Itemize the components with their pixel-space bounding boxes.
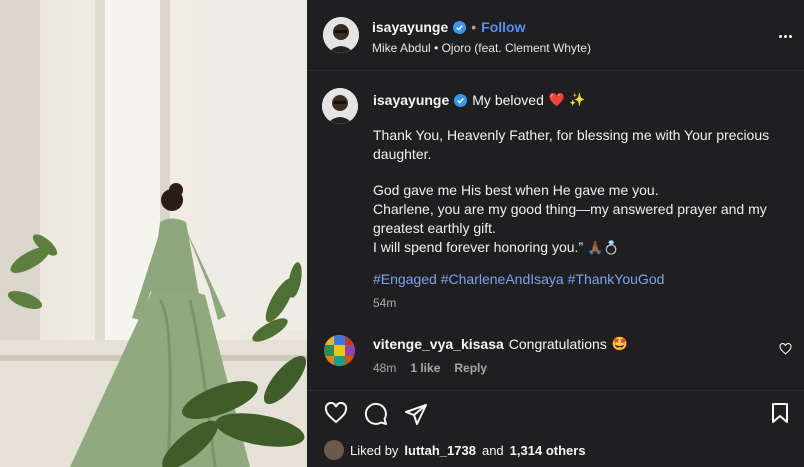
action-bar	[307, 390, 804, 432]
audio-track: Ojoro (feat. Clement Whyte)	[441, 41, 591, 55]
caption-line: Charlene, you are my good thing—my answe…	[373, 201, 767, 236]
post-detail-panel: isayayunge • Follow Mike Abdul • Ojoro (…	[307, 0, 804, 467]
likes-prefix: Liked by	[350, 442, 399, 458]
caption-line-emojis: 🙏🏾💍	[587, 241, 620, 256]
audio-artist: Mike Abdul	[372, 41, 431, 55]
hashtag-link[interactable]: #CharleneAndIsaya	[441, 271, 564, 287]
caption-line: God gave me His best when He gave me you…	[373, 182, 659, 198]
caption-paragraph-1: Thank You, Heavenly Father, for blessing…	[373, 127, 770, 162]
caption-username[interactable]: isayayunge	[373, 92, 449, 108]
caption-headline: isayayunge My beloved ❤️ ✨	[373, 92, 585, 108]
likes-middle: and	[481, 442, 504, 458]
follow-button[interactable]: Follow	[481, 19, 525, 35]
likes-summary: Liked by luttah_1738 and 1,314 others	[324, 440, 586, 460]
commenter-username[interactable]: vitenge_vya_kisasa	[373, 336, 504, 352]
caption-headline-text: My beloved	[472, 92, 544, 108]
caption-line: I will spend forever honoring you.” 🙏🏾💍	[373, 238, 793, 258]
comment-text-line: vitenge_vya_kisasa Congratulations 🤩	[373, 336, 628, 352]
post-header: isayayunge • Follow Mike Abdul • Ojoro (…	[307, 0, 804, 71]
header-user-line: isayayunge • Follow	[372, 19, 526, 35]
heart-icon[interactable]	[324, 402, 348, 424]
hashtag-link[interactable]: #Engaged	[373, 271, 437, 287]
caption-line-text: I will spend forever honoring you.”	[373, 239, 584, 255]
caption-time: 54m	[373, 296, 397, 310]
more-options-icon[interactable]	[776, 26, 794, 46]
liker-username[interactable]: luttah_1738	[404, 443, 476, 458]
audio-separator: •	[434, 41, 439, 55]
liker-avatar[interactable]	[324, 440, 344, 460]
author-username[interactable]: isayayunge	[372, 19, 448, 35]
verified-icon	[453, 20, 467, 34]
author-avatar[interactable]	[323, 17, 359, 53]
audio-line[interactable]: Mike Abdul • Ojoro (feat. Clement Whyte)	[372, 41, 591, 55]
likes-others[interactable]: 1,314 others	[510, 443, 586, 458]
caption-paragraph-2: God gave me His best when He gave me you…	[373, 181, 793, 258]
hashtags: #Engaged #CharleneAndIsaya #ThankYouGod	[373, 271, 664, 287]
separator-dot: •	[471, 19, 477, 35]
comment-meta: 48m 1 like Reply	[373, 361, 487, 375]
small-heart-icon[interactable]	[779, 343, 792, 355]
commenter-avatar[interactable]	[324, 335, 355, 366]
caption-author-avatar[interactable]	[322, 88, 358, 124]
comment-time: 48m	[373, 361, 397, 375]
hashtag-link[interactable]: #ThankYouGod	[568, 271, 665, 287]
comment-icon[interactable]	[364, 402, 388, 426]
comment-text: Congratulations	[508, 336, 607, 352]
comment-emoji: 🤩	[611, 336, 629, 352]
verified-icon	[454, 93, 468, 107]
share-icon[interactable]	[404, 402, 428, 426]
comment-likes[interactable]: 1 like	[410, 361, 440, 375]
reply-button[interactable]: Reply	[454, 361, 487, 375]
bookmark-icon[interactable]	[770, 402, 790, 424]
post-photo	[0, 0, 307, 467]
caption-headline-emojis: ❤️ ✨	[548, 92, 586, 108]
